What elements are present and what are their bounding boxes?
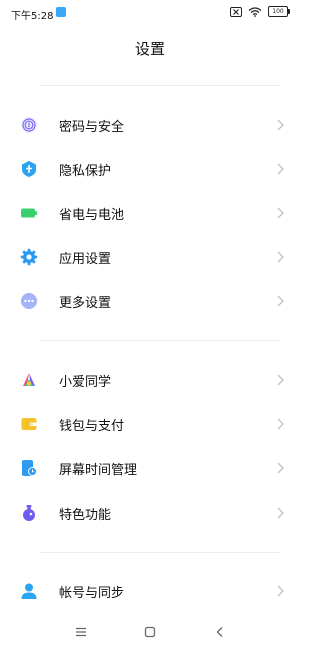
battery-indicator: 100 xyxy=(268,6,290,17)
account-icon xyxy=(20,582,38,600)
more-dots-icon xyxy=(20,292,38,310)
settings-item-label: 小爱同学 xyxy=(59,375,112,390)
chevron-right-icon xyxy=(277,507,284,519)
settings-item-label: 屏幕时间管理 xyxy=(59,463,138,478)
navigation-bar xyxy=(0,614,300,650)
back-icon[interactable] xyxy=(212,624,228,640)
settings-item-wallet[interactable]: 钱包与支付 xyxy=(0,404,300,444)
settings-item-label: 密码与安全 xyxy=(59,120,125,135)
page-title: 设置 xyxy=(134,40,165,58)
divider xyxy=(40,552,280,553)
gear-icon xyxy=(20,248,38,266)
chevron-right-icon xyxy=(277,585,284,597)
settings-item-label: 特色功能 xyxy=(59,508,112,523)
chevron-right-icon xyxy=(277,374,284,386)
status-time: 下午5:28 xyxy=(11,11,54,22)
chevron-right-icon xyxy=(277,163,284,175)
xiaoai-icon xyxy=(20,371,38,389)
settings-item-battery[interactable]: 省电与电池 xyxy=(0,193,300,233)
menu-icon[interactable] xyxy=(73,624,89,640)
settings-item-account-sync[interactable]: 帐号与同步 xyxy=(0,571,300,611)
status-indicators: 100 xyxy=(230,6,290,17)
chevron-right-icon xyxy=(277,295,284,307)
chevron-right-icon xyxy=(277,119,284,131)
settings-item-label: 帐号与同步 xyxy=(59,586,125,601)
shield-icon xyxy=(20,160,38,178)
status-bar: 下午5:28 100 xyxy=(0,0,300,28)
wifi-icon xyxy=(248,6,262,17)
settings-item-label: 省电与电池 xyxy=(59,208,125,223)
sim-x-icon xyxy=(230,6,242,17)
wallet-icon xyxy=(20,415,38,433)
home-icon[interactable] xyxy=(142,624,158,640)
chevron-right-icon xyxy=(277,251,284,263)
fingerprint-icon xyxy=(20,116,38,134)
divider xyxy=(40,85,280,86)
settings-item-privacy[interactable]: 隐私保护 xyxy=(0,149,300,189)
screen-time-icon xyxy=(20,459,38,477)
settings-item-xiaoai[interactable]: 小爱同学 xyxy=(0,360,300,400)
divider xyxy=(40,340,280,341)
battery-icon xyxy=(20,204,38,222)
settings-item-screen-time[interactable]: 屏幕时间管理 xyxy=(0,448,300,488)
chevron-right-icon xyxy=(277,418,284,430)
notification-app-icon xyxy=(56,7,66,17)
settings-item-app-settings[interactable]: 应用设置 xyxy=(0,237,300,277)
settings-item-label: 钱包与支付 xyxy=(59,419,125,434)
settings-item-label: 更多设置 xyxy=(59,296,112,311)
flask-icon xyxy=(20,504,38,522)
settings-item-features[interactable]: 特色功能 xyxy=(0,493,300,533)
settings-item-password-security[interactable]: 密码与安全 xyxy=(0,105,300,145)
settings-item-more-settings[interactable]: 更多设置 xyxy=(0,281,300,321)
settings-item-label: 应用设置 xyxy=(59,252,112,267)
chevron-right-icon xyxy=(277,462,284,474)
chevron-right-icon xyxy=(277,207,284,219)
settings-item-label: 隐私保护 xyxy=(59,164,112,179)
